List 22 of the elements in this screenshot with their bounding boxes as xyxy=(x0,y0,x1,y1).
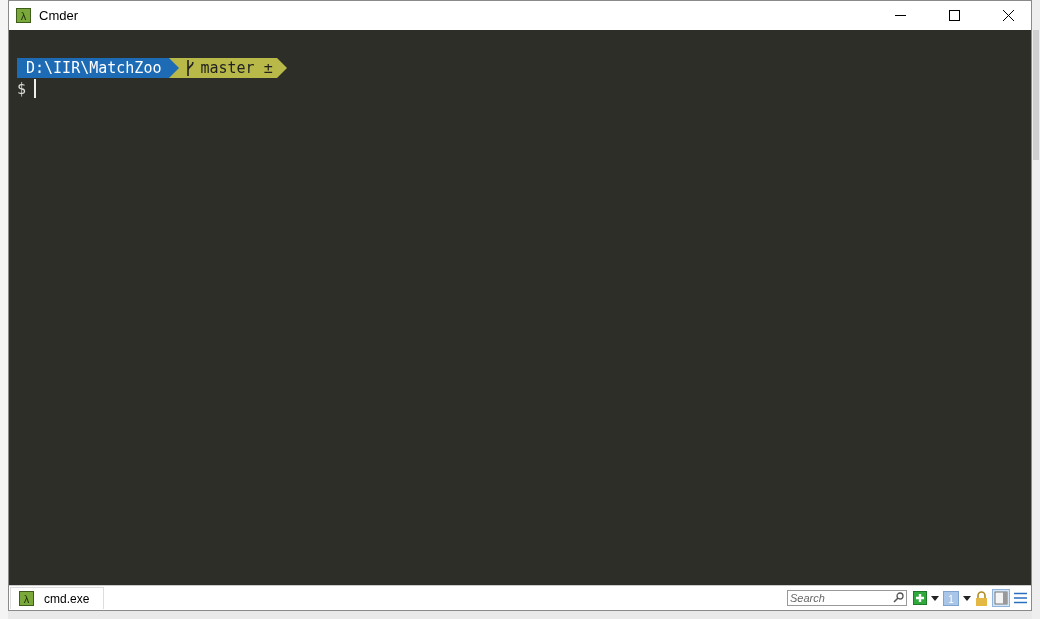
app-logo-icon: λ xyxy=(16,8,31,23)
search-icon xyxy=(893,592,904,603)
app-logo-icon: λ xyxy=(19,591,34,606)
minimize-icon xyxy=(894,15,906,16)
caret-icon[interactable] xyxy=(963,595,971,601)
segment-arrow-icon xyxy=(276,58,287,78)
text-cursor xyxy=(34,79,37,98)
branch-icon xyxy=(185,60,195,76)
prompt-path: D:\IIR\MatchZoo xyxy=(17,58,170,78)
git-branch: master ± xyxy=(200,58,273,78)
search-field[interactable]: Search xyxy=(787,590,907,606)
close-icon xyxy=(1002,10,1014,21)
scrollbar[interactable] xyxy=(1033,30,1039,160)
window-title: Cmder xyxy=(39,8,79,23)
prompt-symbol: $ xyxy=(17,79,27,98)
maximize-icon xyxy=(948,10,960,21)
split-view-button[interactable] xyxy=(992,589,1010,607)
terminal-area[interactable]: D:\IIR\MatchZoo master ± $ xyxy=(9,30,1031,585)
caret-icon[interactable] xyxy=(931,595,939,601)
menu-icon[interactable] xyxy=(1014,592,1027,604)
console-tab[interactable]: λ cmd.exe xyxy=(10,587,105,609)
new-console-button[interactable] xyxy=(913,591,927,605)
